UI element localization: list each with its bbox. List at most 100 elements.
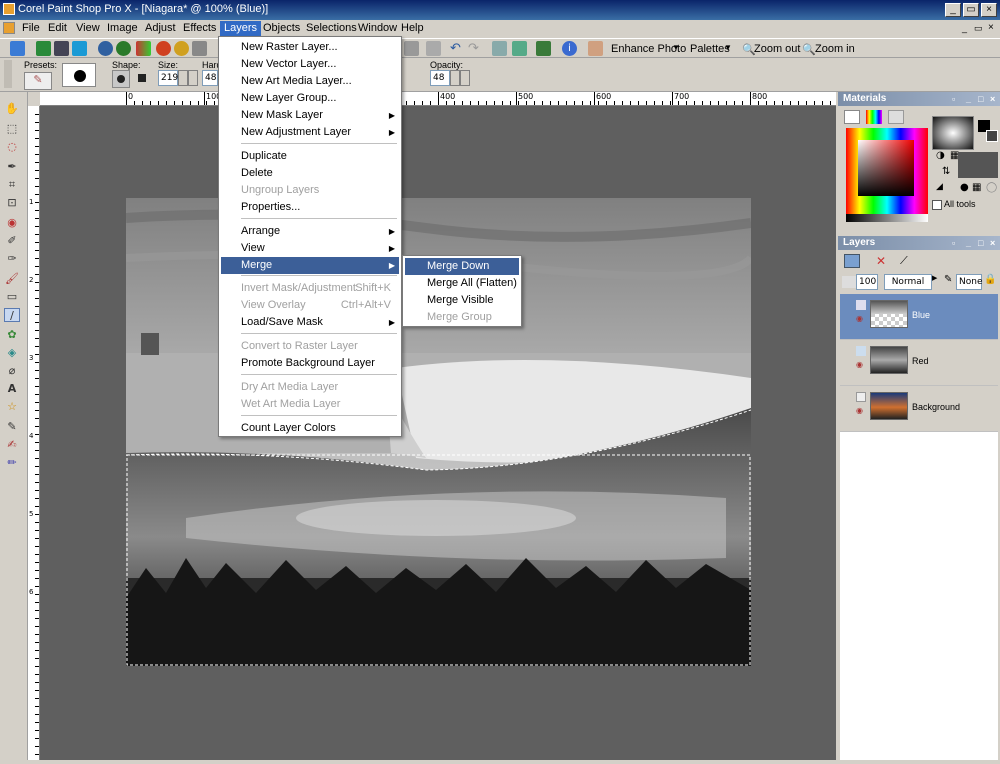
menu-effects[interactable]: Effects	[179, 21, 220, 37]
one-step-fix-icon[interactable]	[174, 41, 189, 56]
materials-pin-icon[interactable]: ▫	[952, 92, 955, 106]
layer-row-blue[interactable]: ◉ Blue	[840, 294, 998, 340]
menu-selections[interactable]: Selections	[302, 21, 361, 37]
selection-tool-icon[interactable]: ▭	[4, 290, 20, 304]
blend-mode-select[interactable]: Normal	[884, 274, 932, 290]
paint-brush-icon[interactable]: 🖌	[4, 272, 20, 286]
art-pen-icon[interactable]: ✎	[4, 420, 20, 434]
menu-view[interactable]: View	[72, 21, 104, 37]
gradient-toggle-2-icon[interactable]: ◢	[936, 182, 943, 192]
scanner-icon[interactable]	[72, 41, 87, 56]
merge-submenu-item[interactable]: Merge Down	[405, 258, 519, 275]
zoom-in-button[interactable]: Zoom in	[815, 43, 855, 55]
zoom-out-button[interactable]: Zoom out	[754, 43, 800, 55]
square-shape-button[interactable]	[134, 70, 152, 88]
opacity-field[interactable]: 48	[430, 70, 450, 86]
foreground-texture-swatch[interactable]	[932, 116, 974, 150]
layers-menu-item[interactable]: New Vector Layer...	[221, 56, 399, 73]
grayscale-strip[interactable]	[846, 214, 928, 222]
layer-row-background[interactable]: ◉ Background	[840, 386, 998, 432]
color-wheel[interactable]	[846, 128, 928, 214]
menu-layers[interactable]: Layers	[220, 21, 262, 37]
doc-close-button[interactable]: ×	[988, 22, 994, 33]
round-shape-button[interactable]	[112, 70, 130, 88]
layers-minimize-icon[interactable]: _	[966, 236, 971, 250]
document-icon[interactable]	[3, 22, 15, 34]
curves-icon[interactable]	[156, 41, 171, 56]
visibility-eye-icon[interactable]: ◉	[856, 406, 863, 415]
merge-submenu-item[interactable]: Merge All (Flatten)	[405, 275, 519, 292]
layers-menu-item[interactable]: Merge ▶	[221, 257, 399, 274]
oil-brush-icon[interactable]: ✍	[4, 438, 20, 452]
red-eye-icon[interactable]: ◉	[4, 216, 20, 230]
eraser-icon[interactable]	[588, 41, 603, 56]
swap-colors-icon[interactable]: ⇅	[942, 166, 950, 177]
frame-tab-icon[interactable]	[844, 110, 860, 124]
new-file-icon[interactable]	[10, 41, 25, 56]
lock-icon[interactable]: 🔒	[984, 274, 998, 288]
visibility-eye-icon[interactable]: ◉	[856, 314, 863, 323]
preset-shape-icon[interactable]: ☆	[4, 400, 20, 414]
pattern-toggle-2-icon[interactable]: ▦	[972, 182, 981, 193]
layers-menu-item[interactable]: Delete	[221, 165, 399, 182]
background-color-swatch[interactable]	[986, 130, 998, 142]
layers-menu-item[interactable]: New Raster Layer...	[221, 39, 399, 56]
minimize-button[interactable]: _	[945, 3, 961, 17]
layers-menu-item[interactable]: New Adjustment Layer ▶	[221, 124, 399, 141]
resize-icon[interactable]	[492, 41, 507, 56]
color-wheel-icon[interactable]	[116, 41, 131, 56]
layers-restore-icon[interactable]: □	[978, 236, 983, 250]
presets-brush-icon[interactable]: ✎	[24, 72, 52, 90]
swatches-tab-icon[interactable]	[888, 110, 904, 124]
marker-icon[interactable]: ✏	[4, 456, 20, 470]
materials-restore-icon[interactable]: □	[978, 92, 983, 106]
new-layer-icon[interactable]	[844, 254, 860, 268]
enhance-photo-dropdown-icon[interactable]: ▼	[672, 43, 680, 52]
picture-tube-icon[interactable]: ✿	[4, 328, 20, 342]
pen-tool-icon[interactable]: ⌀	[4, 364, 20, 378]
link-icon[interactable]: ✎	[944, 274, 956, 288]
layers-pin-icon[interactable]: ▫	[952, 236, 955, 250]
dropper-icon[interactable]: ✒	[4, 160, 20, 174]
straighten-icon[interactable]: ⊡	[4, 196, 20, 210]
opacity-slider-button[interactable]	[460, 70, 470, 86]
pan-tool-icon[interactable]: ✋	[4, 102, 20, 116]
menu-file[interactable]: File	[18, 21, 44, 37]
layers-menu-item[interactable]: View ▶	[221, 240, 399, 257]
all-tools-checkbox[interactable]	[932, 200, 942, 210]
save-icon[interactable]	[404, 41, 419, 56]
layers-menu-item[interactable]: Duplicate	[221, 148, 399, 165]
menu-edit[interactable]: Edit	[44, 21, 71, 37]
materials-minimize-icon[interactable]: _	[966, 92, 971, 106]
freehand-selection-icon[interactable]: ◌	[4, 140, 20, 154]
layers-menu-item[interactable]: Promote Background Layer	[221, 355, 399, 372]
flood-fill-icon[interactable]: ◈	[4, 346, 20, 360]
palettes-dropdown-icon[interactable]: ▼	[724, 43, 732, 52]
layer-opacity-field[interactable]: 100	[856, 274, 878, 290]
rainbow-tab-icon[interactable]	[866, 110, 882, 124]
hardness-field[interactable]: 48	[202, 70, 218, 86]
eraser-tool-icon[interactable]: ∕	[4, 308, 20, 322]
layers-menu-item[interactable]: Arrange ▶	[221, 223, 399, 240]
pick-tool-icon[interactable]: ⬚	[4, 122, 20, 136]
layers-menu-item[interactable]: New Mask Layer ▶	[221, 107, 399, 124]
menu-objects[interactable]: Objects	[259, 21, 304, 37]
layers-close-icon[interactable]: ×	[990, 236, 995, 250]
layers-menu-item[interactable]: Load/Save Mask ▶	[221, 314, 399, 331]
info-icon[interactable]: i	[562, 41, 577, 56]
doc-restore-button[interactable]: ▭	[974, 23, 983, 34]
merge-submenu-item[interactable]: Merge Visible	[405, 292, 519, 309]
doc-minimize-button[interactable]: _	[962, 23, 967, 33]
blend-mode-dropdown-icon[interactable]: ▶	[932, 274, 940, 290]
options-grip[interactable]	[4, 60, 12, 88]
undo-icon[interactable]: ↶	[450, 41, 465, 56]
layers-menu-item[interactable]: New Layer Group...	[221, 90, 399, 107]
layer-tools-icon[interactable]: ⟋	[900, 254, 916, 268]
gradient-toggle-icon[interactable]: ◑	[936, 150, 945, 161]
redo-icon[interactable]: ↷	[468, 41, 483, 56]
layers-menu-item[interactable]: Count Layer Colors	[221, 420, 399, 437]
menu-help[interactable]: Help	[397, 21, 428, 37]
size-field[interactable]: 219	[158, 70, 178, 86]
retouch-icon[interactable]: ✑	[4, 252, 20, 266]
clone-brush-icon[interactable]: ✐	[4, 234, 20, 248]
